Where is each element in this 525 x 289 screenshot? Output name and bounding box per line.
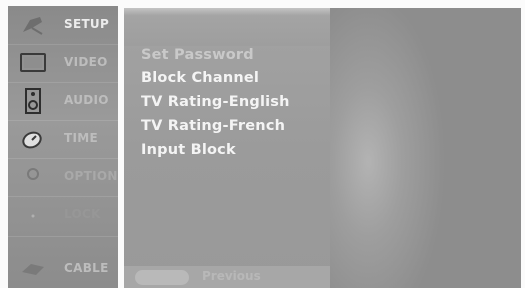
cable-icon bbox=[18, 256, 48, 282]
panel-header bbox=[124, 8, 330, 46]
panel-footer: Previous bbox=[124, 266, 330, 288]
menu-label-time: TIME bbox=[64, 131, 98, 145]
menu-label-audio: AUDIO bbox=[64, 93, 109, 107]
option-tv-rating-english[interactable]: TV Rating-English bbox=[141, 94, 290, 110]
menu-item-cable[interactable]: CABLE bbox=[8, 250, 118, 289]
speaker-icon bbox=[18, 88, 48, 114]
previous-key-button[interactable] bbox=[135, 270, 189, 285]
satellite-dish-icon bbox=[18, 12, 48, 38]
menu-label-lock: LOCK bbox=[64, 207, 101, 221]
menu-item-time[interactable]: TIME bbox=[8, 120, 118, 159]
option-tv-rating-french[interactable]: TV Rating-French bbox=[141, 118, 285, 134]
main-menu: SETUP VIDEO AUDIO TIME OPTION LOCK CABLE bbox=[8, 6, 118, 289]
menu-label-setup: SETUP bbox=[64, 17, 110, 31]
option-block-channel[interactable]: Block Channel bbox=[141, 70, 259, 86]
picture-preview-area bbox=[330, 8, 521, 288]
option-input-block[interactable]: Input Block bbox=[141, 142, 236, 158]
menu-item-option[interactable]: OPTION bbox=[8, 158, 118, 197]
option-set-password[interactable]: Set Password bbox=[141, 47, 254, 63]
menu-item-setup[interactable]: SETUP bbox=[8, 6, 118, 45]
tv-menu-screen: SETUP VIDEO AUDIO TIME OPTION LOCK CABLE… bbox=[0, 0, 525, 289]
tv-screen-icon bbox=[18, 50, 48, 76]
menu-label-cable: CABLE bbox=[64, 261, 109, 275]
menu-label-video: VIDEO bbox=[64, 55, 108, 69]
lock-icon bbox=[18, 202, 48, 228]
option-icon bbox=[18, 164, 48, 190]
menu-label-option: OPTION bbox=[64, 169, 118, 183]
lock-options-panel: Set Password Block Channel TV Rating-Eng… bbox=[124, 8, 330, 288]
menu-item-audio[interactable]: AUDIO bbox=[8, 82, 118, 121]
menu-item-lock[interactable]: LOCK bbox=[8, 196, 118, 237]
clock-icon bbox=[18, 126, 48, 152]
previous-label: Previous bbox=[202, 269, 261, 283]
menu-item-video[interactable]: VIDEO bbox=[8, 44, 118, 83]
